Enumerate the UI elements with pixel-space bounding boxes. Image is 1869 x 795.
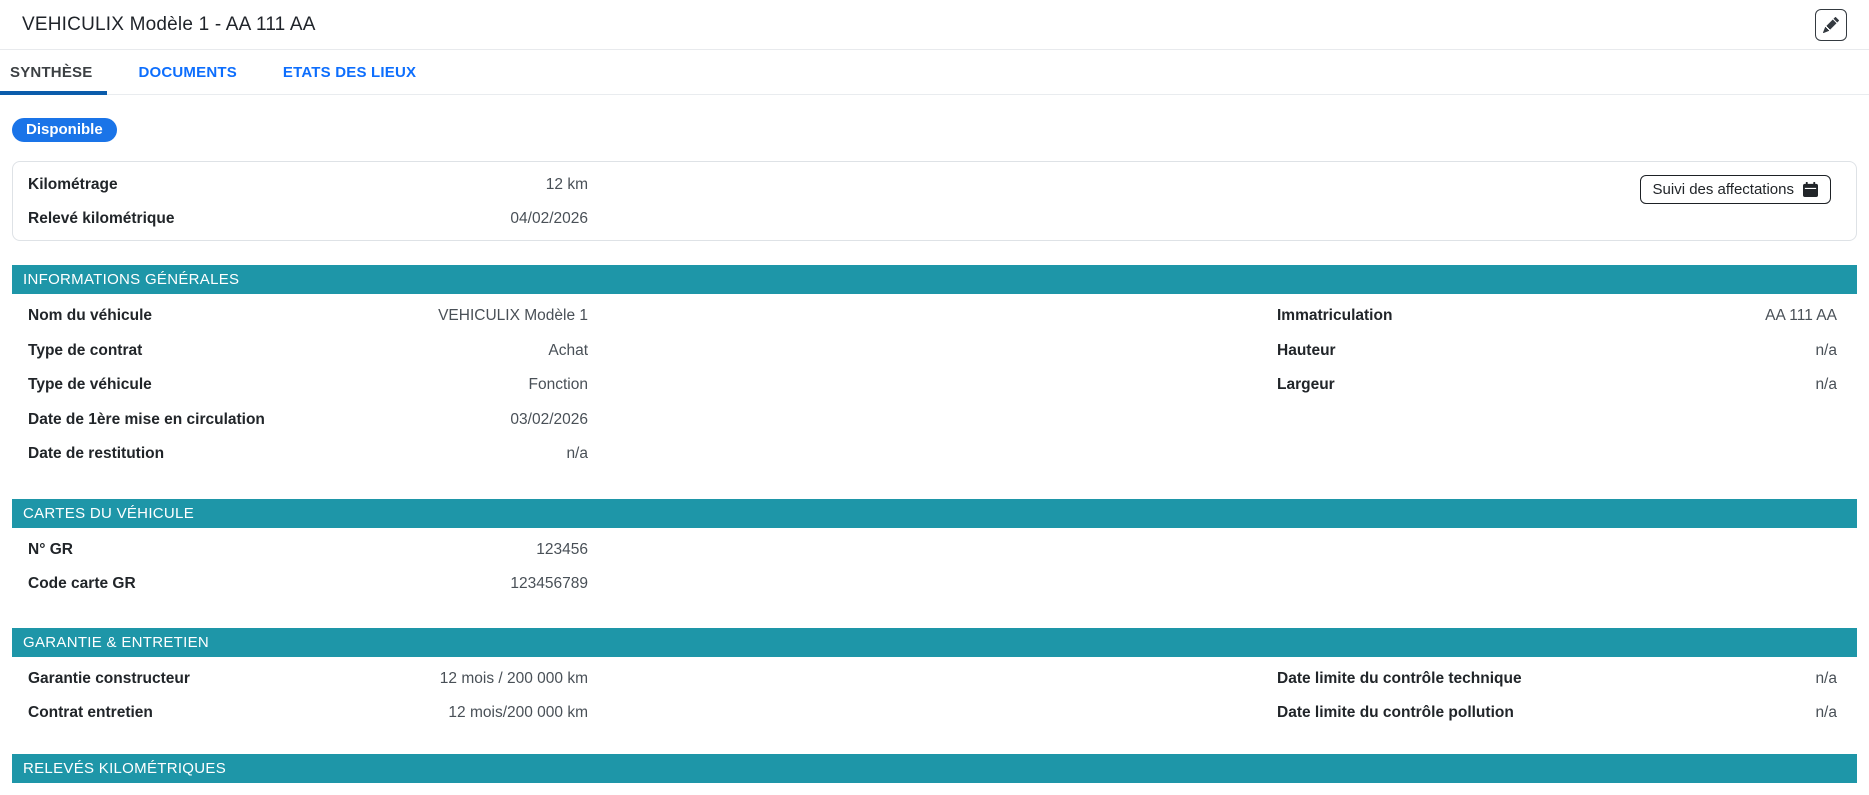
type-de-contrat-row: Type de contrat Achat [28, 334, 588, 369]
immatriculation-row: Immatriculation AA 111 AA [1277, 299, 1837, 334]
largeur-label: Largeur [1277, 376, 1335, 394]
date-premiere-mise-en-circulation-label: Date de 1ère mise en circulation [28, 411, 265, 429]
immatriculation-value: AA 111 AA [1765, 307, 1837, 325]
type-de-contrat-value: Achat [548, 342, 588, 360]
calendar-icon [1803, 182, 1818, 197]
suivi-des-affectations-label: Suivi des affectations [1653, 181, 1794, 198]
date-de-restitution-value: n/a [566, 445, 588, 463]
releve-kilometrique-label: Relevé kilométrique [28, 210, 174, 228]
tab-synthese[interactable]: SYNTHÈSE [0, 50, 107, 94]
garantie-entretien-body: Garantie constructeur 12 mois / 200 000 … [12, 657, 1857, 731]
section-header-garantie-entretien: GARANTIE & ENTRETIEN [12, 628, 1857, 657]
section-header-informations-generales: INFORMATIONS GÉNÉRALES [12, 265, 1857, 294]
informations-generales-right-column: Immatriculation AA 111 AA Hauteur n/a La… [1277, 299, 1837, 472]
hauteur-label: Hauteur [1277, 342, 1336, 360]
informations-generales-left-column: Nom du véhicule VEHICULIX Modèle 1 Type … [28, 299, 588, 472]
date-limite-controle-technique-row: Date limite du contrôle technique n/a [1277, 662, 1837, 697]
contrat-entretien-value: 12 mois/200 000 km [448, 704, 588, 722]
cartes-du-vehicule-left-column: N° GR 123456 Code carte GR 123456789 [28, 533, 588, 602]
largeur-row: Largeur n/a [1277, 368, 1837, 403]
date-de-restitution-row: Date de restitution n/a [28, 437, 588, 472]
type-de-contrat-label: Type de contrat [28, 342, 142, 360]
nom-du-vehicule-label: Nom du véhicule [28, 307, 152, 325]
informations-generales-body: Nom du véhicule VEHICULIX Modèle 1 Type … [12, 294, 1857, 472]
date-premiere-mise-en-circulation-row: Date de 1ère mise en circulation 03/02/2… [28, 403, 588, 438]
garantie-entretien-right-column: Date limite du contrôle technique n/a Da… [1277, 662, 1837, 731]
mileage-card-rows: Kilométrage 12 km Relevé kilométrique 04… [28, 168, 588, 236]
section-releves-kilometriques: RELEVÉS KILOMÉTRIQUES [12, 754, 1857, 783]
cartes-du-vehicule-body: N° GR 123456 Code carte GR 123456789 [12, 528, 1857, 602]
pencil-icon [1823, 17, 1839, 33]
cartes-du-vehicule-right-column [1277, 533, 1837, 602]
nom-du-vehicule-value: VEHICULIX Modèle 1 [438, 307, 588, 325]
garantie-entretien-left-column: Garantie constructeur 12 mois / 200 000 … [28, 662, 588, 731]
date-limite-controle-technique-value: n/a [1815, 670, 1837, 688]
date-premiere-mise-en-circulation-value: 03/02/2026 [510, 411, 588, 429]
hauteur-row: Hauteur n/a [1277, 334, 1837, 369]
hauteur-value: n/a [1815, 342, 1837, 360]
date-limite-controle-technique-label: Date limite du contrôle technique [1277, 670, 1522, 688]
date-de-restitution-label: Date de restitution [28, 445, 164, 463]
synthese-panel: Disponible Kilométrage 12 km Relevé kilo… [0, 95, 1869, 783]
section-header-cartes-du-vehicule: CARTES DU VÉHICULE [12, 499, 1857, 528]
numero-gr-label: N° GR [28, 541, 73, 559]
releve-kilometrique-row: Relevé kilométrique 04/02/2026 [28, 202, 588, 236]
immatriculation-label: Immatriculation [1277, 307, 1392, 325]
kilometrage-value: 12 km [546, 176, 588, 194]
releve-kilometrique-value: 04/02/2026 [510, 210, 588, 228]
kilometrage-label: Kilométrage [28, 176, 118, 194]
type-de-vehicule-value: Fonction [529, 376, 588, 394]
section-garantie-entretien: GARANTIE & ENTRETIEN Garantie constructe… [12, 628, 1857, 731]
mileage-card: Kilométrage 12 km Relevé kilométrique 04… [12, 161, 1857, 241]
type-de-vehicule-row: Type de véhicule Fonction [28, 368, 588, 403]
type-de-vehicule-label: Type de véhicule [28, 376, 152, 394]
kilometrage-row: Kilométrage 12 km [28, 168, 588, 202]
tab-documents[interactable]: DOCUMENTS [123, 50, 251, 94]
nom-du-vehicule-row: Nom du véhicule VEHICULIX Modèle 1 [28, 299, 588, 334]
status-badge: Disponible [12, 118, 117, 142]
garantie-constructeur-value: 12 mois / 200 000 km [440, 670, 588, 688]
date-limite-controle-pollution-row: Date limite du contrôle pollution n/a [1277, 696, 1837, 731]
page-header: VEHICULIX Modèle 1 - AA 111 AA [0, 0, 1869, 50]
numero-gr-row: N° GR 123456 [28, 533, 588, 568]
contrat-entretien-row: Contrat entretien 12 mois/200 000 km [28, 696, 588, 731]
garantie-constructeur-row: Garantie constructeur 12 mois / 200 000 … [28, 662, 588, 697]
section-cartes-du-vehicule: CARTES DU VÉHICULE N° GR 123456 Code car… [12, 499, 1857, 602]
section-informations-generales: INFORMATIONS GÉNÉRALES Nom du véhicule V… [12, 265, 1857, 472]
section-header-releves-kilometriques: RELEVÉS KILOMÉTRIQUES [12, 754, 1857, 783]
code-carte-gr-value: 123456789 [510, 575, 588, 593]
garantie-constructeur-label: Garantie constructeur [28, 670, 190, 688]
date-limite-controle-pollution-label: Date limite du contrôle pollution [1277, 704, 1514, 722]
date-limite-controle-pollution-value: n/a [1815, 704, 1837, 722]
tab-bar: SYNTHÈSE DOCUMENTS ETATS DES LIEUX [0, 50, 1869, 95]
tab-etats-des-lieux[interactable]: ETATS DES LIEUX [268, 50, 431, 94]
code-carte-gr-row: Code carte GR 123456789 [28, 567, 588, 602]
edit-button[interactable] [1815, 9, 1847, 41]
numero-gr-value: 123456 [536, 541, 588, 559]
code-carte-gr-label: Code carte GR [28, 575, 136, 593]
page-title: VEHICULIX Modèle 1 - AA 111 AA [22, 14, 316, 36]
suivi-des-affectations-button[interactable]: Suivi des affectations [1640, 175, 1831, 204]
vehicle-detail-page: VEHICULIX Modèle 1 - AA 111 AA SYNTHÈSE … [0, 0, 1869, 795]
contrat-entretien-label: Contrat entretien [28, 704, 153, 722]
largeur-value: n/a [1815, 376, 1837, 394]
